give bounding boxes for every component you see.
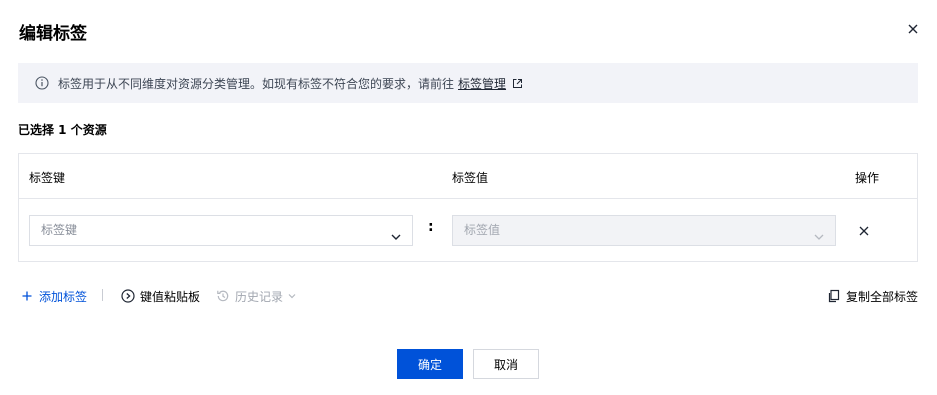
copy-all-tags-label: 复制全部标签 <box>845 289 918 304</box>
add-tag-label: 添加标签 <box>39 289 88 304</box>
close-icon[interactable] <box>906 22 920 36</box>
add-tag-button[interactable]: 添加标签 <box>20 288 87 304</box>
header-tag-key: 标签键 <box>29 171 66 185</box>
table-header: 标签键 标签值 操作 <box>19 154 917 199</box>
info-circle-icon <box>35 76 49 90</box>
key-value-separator: : <box>428 219 434 235</box>
header-tag-value: 标签值 <box>452 171 489 185</box>
selected-resource-count: 已选择 1 个资源 <box>18 123 107 137</box>
edit-tags-dialog: 编辑标签 标签用于从不同维度对资源分类管理。如现有标签不符合您的要求，请前往 标… <box>0 0 937 395</box>
dialog-title: 编辑标签 <box>19 24 87 44</box>
play-circle-icon <box>121 289 135 303</box>
tag-key-select[interactable]: 标签键 <box>29 215 413 246</box>
external-link-icon[interactable] <box>512 78 523 89</box>
history-label: 历史记录 <box>235 289 284 304</box>
notice-text: 标签用于从不同维度对资源分类管理。如现有标签不符合您的要求，请前往 <box>58 76 455 91</box>
header-action: 操作 <box>855 171 880 185</box>
history-button: 历史记录 <box>216 288 297 304</box>
kv-clipboard-button[interactable]: 键值粘贴板 <box>121 288 200 304</box>
delete-row-icon[interactable] <box>857 223 871 237</box>
history-icon <box>216 289 230 303</box>
cancel-button[interactable]: 取消 <box>473 349 539 379</box>
chevron-down-icon <box>390 225 402 240</box>
copy-icon <box>827 289 841 303</box>
tag-value-select: 标签值 <box>452 215 836 246</box>
copy-all-tags-button[interactable]: 复制全部标签 <box>827 288 918 304</box>
tag-toolbar: 添加标签 键值粘贴板 历史记录 复制全部标签 <box>18 288 918 304</box>
chevron-down-icon <box>287 291 297 301</box>
tag-table: 标签键 标签值 操作 标签键 : 标签值 <box>18 153 918 262</box>
confirm-button[interactable]: 确定 <box>397 349 463 379</box>
tag-value-placeholder: 标签值 <box>464 223 501 237</box>
toolbar-divider <box>102 289 103 301</box>
plus-icon <box>20 289 34 303</box>
tag-key-placeholder: 标签键 <box>41 223 78 237</box>
kv-clipboard-label: 键值粘贴板 <box>140 289 201 304</box>
tag-management-link[interactable]: 标签管理 <box>458 75 506 92</box>
chevron-down-icon <box>813 225 825 240</box>
info-notice: 标签用于从不同维度对资源分类管理。如现有标签不符合您的要求，请前往 标签管理 <box>18 63 918 103</box>
